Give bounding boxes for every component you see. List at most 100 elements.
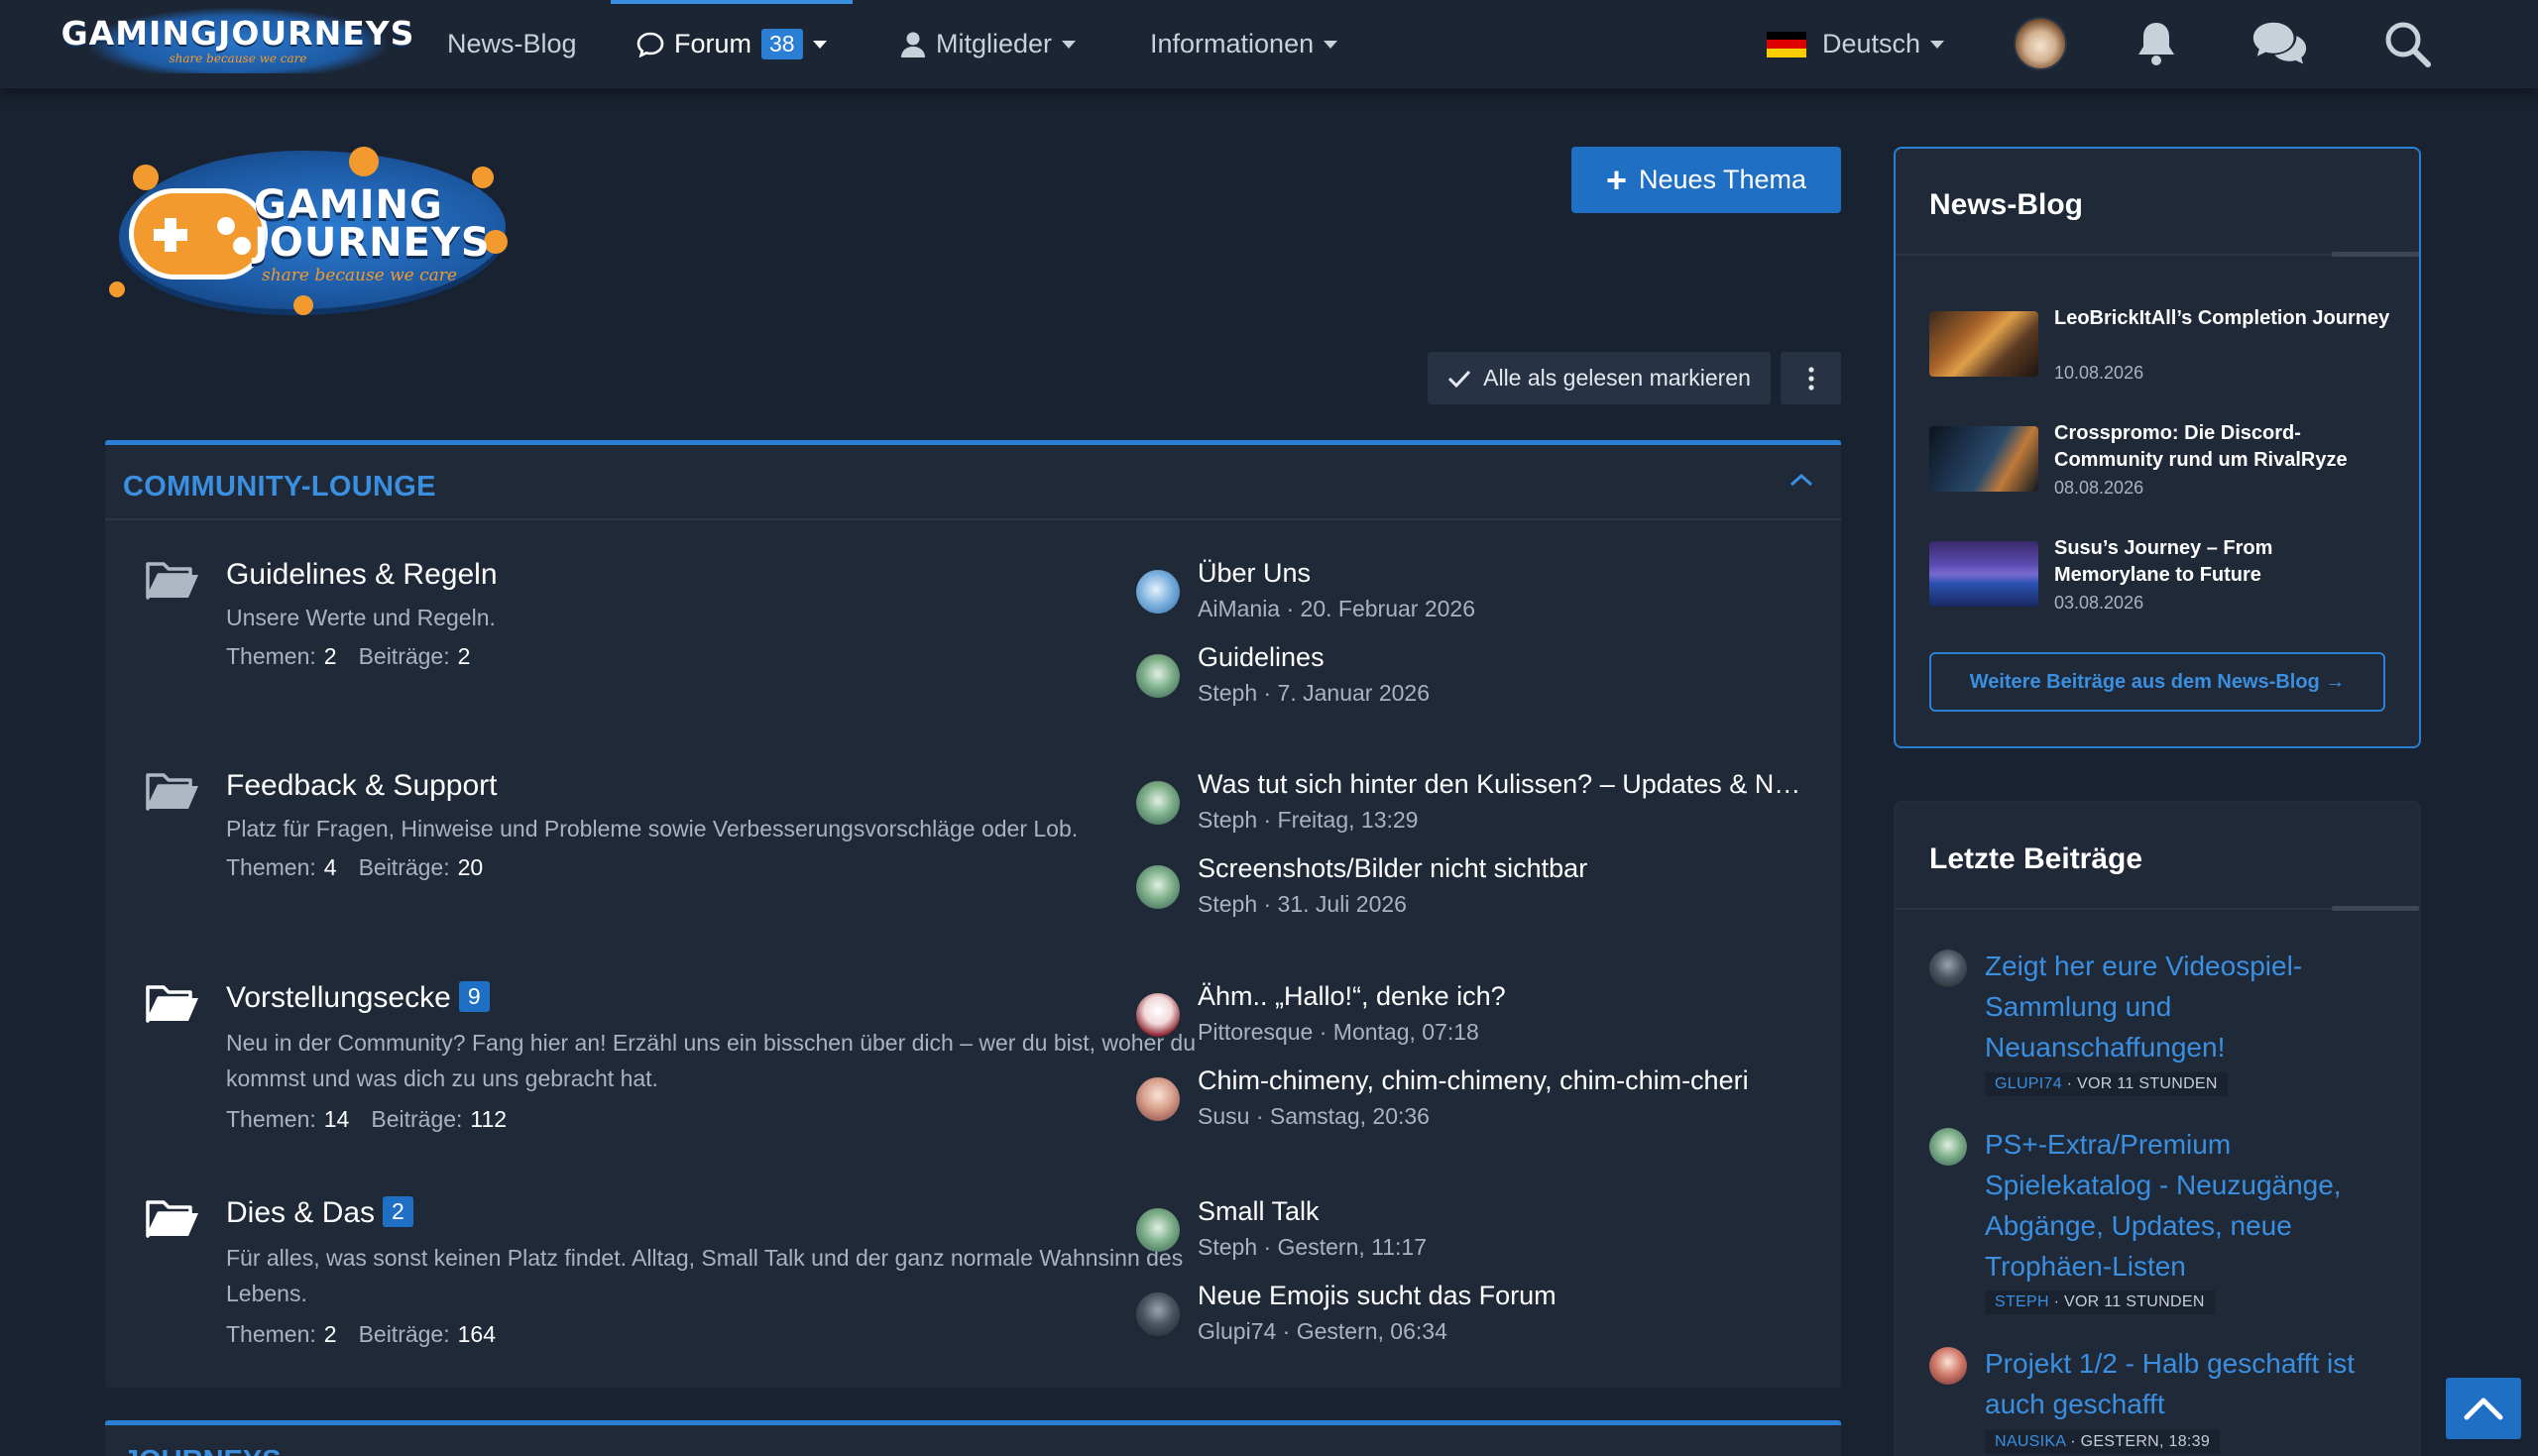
nav-members[interactable]: Mitglieder <box>900 0 1077 88</box>
blog-title[interactable]: Susu’s Journey – From Memorylane to Futu… <box>2054 535 2391 589</box>
posts-count: 20 <box>457 854 484 880</box>
last-thread[interactable]: Neue Emojis sucht das Forum Glupi74 · Ge… <box>1136 1281 1830 1356</box>
thread-meta: Steph · Freitag, 13:29 <box>1198 807 1419 833</box>
notifications-button[interactable] <box>2127 14 2186 73</box>
last-thread[interactable]: Small Talk Steph · Gestern, 11:17 <box>1136 1196 1830 1272</box>
avatar[interactable] <box>1136 1077 1180 1121</box>
forum-node: Guidelines & Regeln Unsere Werte und Reg… <box>105 520 1841 719</box>
last-thread[interactable]: Chim-chimeny, chim-chimeny, chim-chim-ch… <box>1136 1065 1830 1141</box>
avatar[interactable] <box>1136 865 1180 909</box>
nav-forum[interactable]: Forum 38 <box>611 0 853 88</box>
forum-node: Dies & Das 2 Für alles, was sonst keinen … <box>105 1159 1841 1367</box>
language-label: Deutsch <box>1822 29 1921 58</box>
nav-information[interactable]: Informationen <box>1150 0 1338 88</box>
thread-meta: Steph · Gestern, 11:17 <box>1198 1234 1427 1260</box>
blog-date: 10.08.2026 <box>2054 363 2144 383</box>
logo-dot <box>472 167 494 188</box>
thread-meta: Pittoresque · Montag, 07:18 <box>1198 1019 1479 1045</box>
last-thread[interactable]: Guidelines Steph · 7. Januar 2026 <box>1136 642 1830 718</box>
folder-icon <box>145 769 200 820</box>
node-stats: Themen: 14 Beiträge: 112 <box>226 1106 528 1133</box>
post-title[interactable]: PS+-Extra/Premium Spielekatalog - Neuzug… <box>1985 1124 2391 1287</box>
post-time: · GESTERN, 18:39 <box>2070 1433 2211 1450</box>
blog-title[interactable]: LeoBrickItAll’s Completion Journey <box>2054 305 2391 332</box>
blog-thumbnail[interactable] <box>1929 311 2038 377</box>
collapse-button[interactable] <box>1789 473 1813 492</box>
post-title[interactable]: Projekt 1/2 - Halb geschafft ist auch ge… <box>1985 1343 2391 1424</box>
last-thread[interactable]: Was tut sich hinter den Kulissen? – Upda… <box>1136 769 1830 844</box>
post-author[interactable]: NAUSIKA <box>1995 1433 2065 1450</box>
avatar[interactable] <box>1136 993 1180 1037</box>
thread-title[interactable]: Guidelines <box>1198 642 1832 673</box>
avatar[interactable] <box>1136 1208 1180 1252</box>
brand-logo[interactable]: GAMINGJOURNEYS share because we care <box>61 8 413 73</box>
themes-label: Themen: <box>226 854 316 880</box>
more-options-button[interactable] <box>1781 352 1841 404</box>
themes-label: Themen: <box>226 1106 316 1132</box>
category-title[interactable]: JOURNEYS <box>123 1445 282 1456</box>
thread-title[interactable]: Was tut sich hinter den Kulissen? – Upda… <box>1198 769 1832 800</box>
logo-line-2: JOURNEYS <box>254 220 491 266</box>
node-title[interactable]: Dies & Das 2 <box>226 1196 413 1230</box>
blog-item[interactable]: LeoBrickItAll’s Completion Journey 10.08… <box>1929 305 2405 404</box>
logo-tagline: share because we care <box>262 266 457 285</box>
post-author[interactable]: GLUPI74 <box>1995 1075 2062 1092</box>
site-logo[interactable]: GAMING JOURNEYS share because we care <box>105 147 512 315</box>
post-author[interactable]: STEPH <box>1995 1293 2049 1310</box>
node-title-text: Feedback & Support <box>226 769 498 802</box>
thread-title[interactable]: Chim-chimeny, chim-chimeny, chim-chim-ch… <box>1198 1065 1832 1096</box>
flag-de-icon <box>1767 31 1806 57</box>
themes-count: 14 <box>323 1106 350 1132</box>
avatar[interactable] <box>1136 654 1180 698</box>
avatar[interactable] <box>1929 950 1967 987</box>
mark-all-read-button[interactable]: Alle als gelesen markieren <box>1428 352 1771 404</box>
thread-title[interactable]: Small Talk <box>1198 1196 1832 1227</box>
logo-dot <box>133 165 159 190</box>
nav-news-blog[interactable]: News-Blog <box>447 0 577 88</box>
themes-label: Themen: <box>226 643 316 669</box>
avatar[interactable] <box>1929 1128 1967 1166</box>
thread-title[interactable]: Ähm.. „Hallo!“, denke ich? <box>1198 981 1832 1012</box>
last-thread[interactable]: Über Uns AiMania · 20. Februar 2026 <box>1136 558 1830 633</box>
posts-label: Beiträge: <box>358 643 450 669</box>
user-avatar-button[interactable] <box>2011 14 2070 73</box>
logo-dot <box>293 295 313 315</box>
widget-title: News-Blog <box>1929 188 2084 221</box>
last-thread[interactable]: Ähm.. „Hallo!“, denke ich? Pittoresque ·… <box>1136 981 1830 1057</box>
avatar[interactable] <box>1136 1292 1180 1336</box>
nav-forum-badge: 38 <box>761 29 803 59</box>
node-title[interactable]: Feedback & Support <box>226 769 498 803</box>
category-title[interactable]: COMMUNITY-LOUNGE <box>123 471 436 504</box>
conversations-button[interactable] <box>2250 14 2310 73</box>
logo-dot <box>349 147 379 176</box>
bell-icon <box>2138 23 2174 65</box>
nav-members-label: Mitglieder <box>936 29 1053 58</box>
post-time: · VOR 11 STUNDEN <box>2053 1293 2205 1310</box>
blog-thumbnail[interactable] <box>1929 541 2038 607</box>
blog-item[interactable]: Susu’s Journey – From Memorylane to Futu… <box>1929 535 2405 634</box>
conversations-icon <box>2252 22 2307 64</box>
thread-title[interactable]: Neue Emojis sucht das Forum <box>1198 1281 1832 1311</box>
nav-information-label: Informationen <box>1150 29 1315 58</box>
blog-item[interactable]: Crosspromo: Die Discord-Community rund u… <box>1929 420 2405 519</box>
node-title[interactable]: Guidelines & Regeln <box>226 558 498 592</box>
more-blog-posts-button[interactable]: Weitere Beiträge aus dem News-Blog → <box>1929 652 2385 712</box>
scroll-to-top-button[interactable] <box>2446 1378 2521 1439</box>
node-stats: Themen: 2 Beiträge: 164 <box>226 1321 518 1348</box>
chevron-down-icon <box>1930 40 1945 49</box>
avatar[interactable] <box>1136 570 1180 614</box>
new-thread-button[interactable]: + Neues Thema <box>1571 147 1841 213</box>
node-title[interactable]: Vorstellungsecke 9 <box>226 981 490 1015</box>
post-title[interactable]: Zeigt her eure Videospiel-Sammlung und N… <box>1985 946 2391 1067</box>
avatar[interactable] <box>1136 781 1180 825</box>
search-button[interactable] <box>2377 14 2437 73</box>
chevron-down-icon <box>1324 40 1338 49</box>
last-thread[interactable]: Screenshots/Bilder nicht sichtbar Steph … <box>1136 853 1830 929</box>
thread-title[interactable]: Über Uns <box>1198 558 1832 589</box>
blog-thumbnail[interactable] <box>1929 426 2038 492</box>
thread-title[interactable]: Screenshots/Bilder nicht sichtbar <box>1198 853 1832 884</box>
language-selector[interactable]: Deutsch <box>1767 0 1945 88</box>
avatar[interactable] <box>1929 1347 1967 1385</box>
nav-forum-label: Forum <box>674 29 752 58</box>
blog-title[interactable]: Crosspromo: Die Discord-Community rund u… <box>2054 420 2391 474</box>
